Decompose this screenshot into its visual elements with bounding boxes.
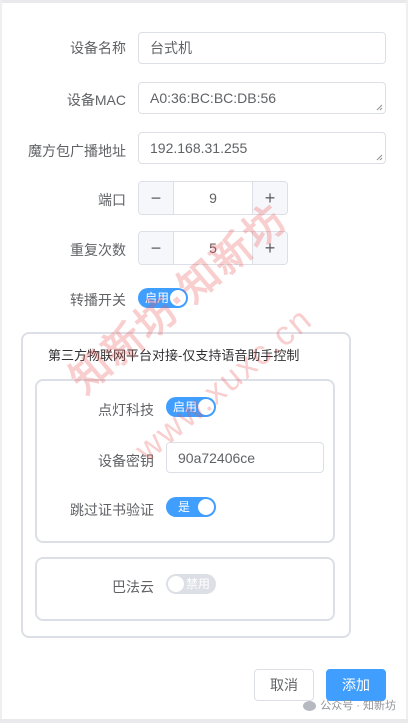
port-stepper: − 9 + [138,181,288,215]
relay-switch-label: 转播开关 [70,292,126,308]
diandeng-toggle-switch[interactable]: 启用 [166,397,216,417]
device-secret-label: 设备密钥 [98,453,154,469]
port-label: 端口 [98,192,126,208]
dialog-top-edge [0,0,408,3]
skip-cert-toggle-switch[interactable]: 是 [166,497,216,517]
diandeng-label: 点灯科技 [98,402,154,418]
broadcast-address-label: 魔方包广播地址 [28,143,126,159]
device-name-input[interactable]: 台式机 [138,32,386,64]
port-increase-button[interactable]: + [252,182,287,214]
repeat-value-input[interactable]: 5 [174,232,252,264]
third-party-legend: 第三方物联网平台对接-仅支持语音助手控制 [48,348,300,363]
wechat-icon [303,701,317,712]
credit-text: 公众号 · 知新坊 [320,700,396,712]
repeat-decrease-button[interactable]: − [139,232,174,264]
wechat-credit: 公众号 · 知新坊 [303,697,396,713]
dialog-left-edge [0,0,2,723]
switch-knob [198,399,214,415]
broadcast-address-value: 192.168.31.255 [150,140,248,156]
resize-grip-icon[interactable] [376,154,383,161]
device-mac-textarea[interactable]: A0:36:BC:BC:DB:56 [138,82,386,114]
bafa-label: 巴法云 [112,579,154,595]
repeat-count-stepper: − 5 + [138,231,288,265]
switch-knob [168,576,184,592]
dialog-bottom-edge [0,719,408,723]
switch-knob [198,499,214,515]
resize-grip-icon[interactable] [376,104,383,111]
port-decrease-button[interactable]: − [139,182,174,214]
bafa-toggle-switch[interactable]: 禁用 [166,574,216,594]
repeat-increase-button[interactable]: + [252,232,287,264]
device-secret-input[interactable]: 90a72406ce [166,442,324,473]
device-name-label: 设备名称 [70,40,126,56]
bafa-switch-text: 禁用 [185,577,210,591]
relay-switch-text: 启用 [145,291,170,305]
skip-cert-switch-text: 是 [178,500,191,514]
repeat-count-label: 重复次数 [70,242,126,258]
port-value-input[interactable]: 9 [174,182,252,214]
switch-knob [170,290,186,306]
diandeng-switch-text: 启用 [173,400,198,414]
device-mac-value: A0:36:BC:BC:DB:56 [150,90,277,106]
device-mac-label: 设备MAC [66,92,126,108]
skip-cert-label: 跳过证书验证 [70,502,154,518]
broadcast-address-textarea[interactable]: 192.168.31.255 [138,132,386,164]
relay-toggle-switch[interactable]: 启用 [138,288,188,308]
